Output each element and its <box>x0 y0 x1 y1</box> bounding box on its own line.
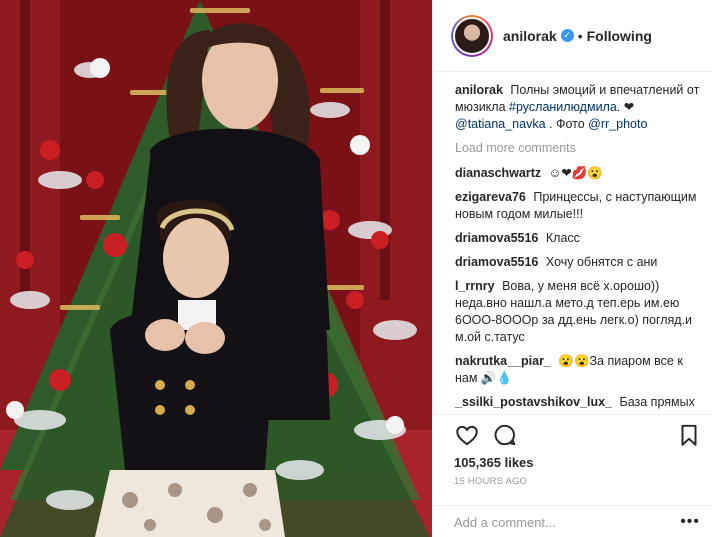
caption-photo-credit: . Фото <box>549 117 585 131</box>
caption-hashtag[interactable]: #русланилюдмила <box>509 100 617 114</box>
post-timestamp[interactable]: 15 HOURS AGO <box>454 476 712 487</box>
caption-mention-navka[interactable]: @tatiana_navka <box>455 117 546 131</box>
comment-username[interactable]: dianaschwartz <box>455 166 541 180</box>
comment-text: Хочу обнятся с ани <box>545 255 658 269</box>
comment-bubble-icon[interactable] <box>492 422 518 448</box>
avatar[interactable] <box>451 14 493 57</box>
comment-username[interactable]: driamova5516 <box>455 255 538 269</box>
list-item: driamova5516 Класс <box>455 230 700 247</box>
list-item: driamova5516 Хочу обнятся с ани <box>455 254 700 271</box>
following-button[interactable]: Following <box>587 28 652 44</box>
author-username[interactable]: anilorak <box>503 28 557 44</box>
caption-heart: . ❤ <box>616 100 635 114</box>
list-item: l_rrnry Вова, у меня всё х.орошо)) неда.… <box>455 278 700 346</box>
post-actions: 105,365 likes 15 HOURS AGO ••• <box>432 414 712 537</box>
verified-badge-icon: ✓ <box>560 29 574 42</box>
post-photo[interactable] <box>0 0 432 537</box>
comment-username[interactable]: driamova5516 <box>455 231 538 245</box>
comments-list: anilorak Полны эмоций и впечатлений от м… <box>433 72 712 413</box>
list-item: dianaschwartz ☺❤💋😮 <box>455 165 700 182</box>
action-icons-row <box>454 415 712 455</box>
bookmark-icon[interactable] <box>676 422 702 448</box>
comment-username[interactable]: ezigareva76 <box>455 190 526 204</box>
post-image <box>0 0 432 537</box>
load-more-comments-button[interactable]: Load more comments <box>455 140 700 157</box>
comment-text: ☺❤💋😮 <box>548 166 603 180</box>
comment-text: Класс <box>545 231 580 245</box>
more-options-icon[interactable]: ••• <box>680 513 700 531</box>
caption: anilorak Полны эмоций и впечатлений от м… <box>455 82 700 133</box>
heart-icon[interactable] <box>454 422 480 448</box>
comment-username[interactable]: nakrutka__piar_ <box>455 354 551 368</box>
comment-username[interactable]: l_rrnry <box>455 279 495 293</box>
separator-dot: • <box>577 27 583 44</box>
add-comment-bar: ••• <box>432 505 712 537</box>
add-comment-input[interactable] <box>454 514 654 530</box>
comment-username[interactable]: _ssilki_postavshikov_lux_ <box>455 395 612 409</box>
list-item: nakrutka__piar_ 😮😮За пиаром все к нам 🔊💧 <box>455 353 700 387</box>
caption-mention-photographer[interactable]: @rr_photo <box>588 117 647 131</box>
post-header: anilorak ✓ • Following <box>433 0 712 72</box>
list-item: _ssilki_postavshikov_lux_ База прямых по… <box>455 394 700 413</box>
likes-count[interactable]: 105,365 likes <box>454 455 712 470</box>
list-item: ezigareva76 Принцессы, с наступающим нов… <box>455 189 700 223</box>
caption-username[interactable]: anilorak <box>455 83 503 97</box>
